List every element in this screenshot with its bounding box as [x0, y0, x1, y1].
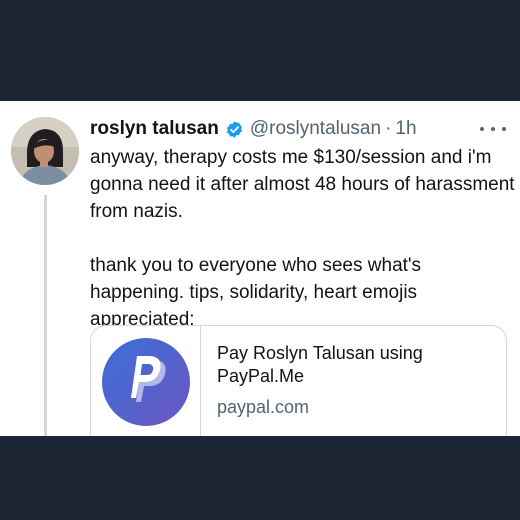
display-name[interactable]: roslyn talusan	[90, 118, 219, 140]
more-horizontal-icon[interactable]	[480, 117, 506, 141]
tweet-header: roslyn talusan @roslyntalusan · 1h	[90, 117, 417, 141]
card-text: Pay Roslyn Talusan using PayPal.Me paypa…	[217, 342, 497, 418]
screenshot-frame: roslyn talusan @roslyntalusan · 1h anywa…	[0, 0, 520, 520]
tweet-text: anyway, therapy costs me $130/session an…	[90, 144, 515, 333]
link-card[interactable]: Pay Roslyn Talusan using PayPal.Me paypa…	[90, 325, 507, 436]
handle[interactable]: @roslyntalusan	[250, 118, 381, 140]
tweet-paragraph: anyway, therapy costs me $130/session an…	[90, 147, 515, 222]
separator-dot: ·	[385, 118, 392, 139]
paypal-logo-icon	[102, 338, 190, 426]
card-title[interactable]: Pay Roslyn Talusan using PayPal.Me	[217, 342, 457, 388]
verified-badge-icon	[225, 120, 244, 139]
avatar-photo	[11, 117, 79, 185]
tweet[interactable]: roslyn talusan @roslyntalusan · 1h anywa…	[0, 101, 520, 436]
more-dot	[480, 127, 484, 131]
more-dot	[502, 127, 506, 131]
more-dot	[491, 127, 495, 131]
tweet-paragraph: thank you to everyone who sees what's ha…	[90, 255, 422, 330]
avatar[interactable]	[11, 117, 79, 185]
thread-line	[44, 195, 47, 436]
timestamp[interactable]: 1h	[395, 118, 416, 140]
card-domain[interactable]: paypal.com	[217, 396, 497, 418]
card-media	[91, 326, 201, 436]
